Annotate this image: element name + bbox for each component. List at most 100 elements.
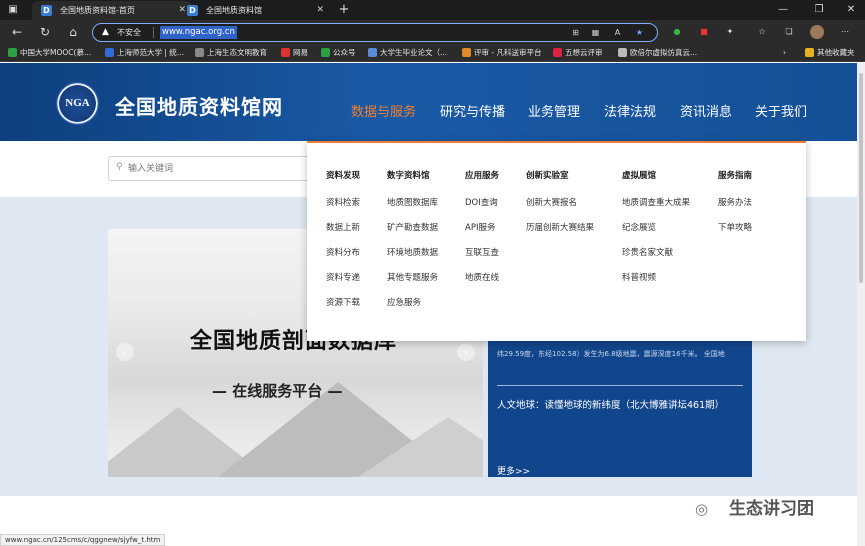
bookmark-label: 中国大学MOOC(慕... [20,48,92,57]
menu-heading[interactable]: 虚拟展馆 [622,169,656,181]
website-viewport: NGA 全国地质资料馆网 数据与服务 研究与传播 业务管理 法律法规 资讯消息 … [0,63,857,546]
carousel-next-icon[interactable]: › [457,343,475,361]
menu-item[interactable]: API服务 [465,221,495,233]
bookmark-item[interactable]: 中国大学MOOC(慕... [8,44,91,61]
tab-home[interactable]: D 全国地质资料馆-首页 ✕ [32,1,192,20]
menu-item[interactable]: 应急服务 [387,296,421,308]
address-bar[interactable]: ▲ 不安全 www.ngac.org.cn ⊞ ▦ A ★ [92,23,658,42]
data-service-dropdown: 资料发现 资料检索 数据上新 资料分布 资料专递 资源下载 数字资料馆 地质图数… [307,141,806,341]
favorite-star-icon[interactable]: ★ [633,26,646,39]
nav-about[interactable]: 关于我们 [755,101,807,120]
menu-item[interactable]: 地质在线 [465,271,499,283]
site-name[interactable]: 全国地质资料馆网 [115,91,283,120]
bookmark-item[interactable]: 上海师范大学 | 统... [105,44,184,61]
menu-item[interactable]: 创新大赛报名 [526,196,577,208]
bookmarks-overflow-icon[interactable]: › [783,44,786,61]
browser-window: ▣ D 全国地质资料馆-首页 ✕ D 全国地质资料馆 ✕ + — ❐ ✕ ← ↻… [0,0,865,546]
minimize-button[interactable]: — [769,0,797,20]
menu-heading[interactable]: 创新实验室 [526,169,569,181]
qr-code-icon[interactable]: ▦ [589,26,602,39]
collections-icon[interactable]: ❏ [782,25,796,39]
menu-item[interactable]: 互联互查 [465,246,499,258]
bookmark-item[interactable]: 网易 [281,44,308,61]
menu-item[interactable]: 环境地质数据 [387,246,438,258]
menu-item[interactable]: 科普视频 [622,271,656,283]
profile-avatar[interactable] [810,25,824,39]
more-menu-icon[interactable]: ⋯ [838,25,852,39]
menu-item[interactable]: 纪念展览 [622,221,656,233]
scrollbar-thumb[interactable] [859,73,863,283]
security-label[interactable]: 不安全 [117,24,141,41]
carousel-indicators [268,466,315,477]
window-menu-icon[interactable]: ▣ [6,3,20,17]
restore-button[interactable]: ❐ [805,0,833,20]
menu-item[interactable]: 珍贵名家文献 [622,246,673,258]
site-logo[interactable]: NGA [56,82,99,125]
bookmark-item[interactable]: 五想云评审 [553,44,603,61]
search-input[interactable] [128,160,308,177]
url-text[interactable]: www.ngac.org.cn [160,26,237,39]
home-button[interactable]: ⌂ [65,24,81,40]
menu-item[interactable]: 服务办法 [718,196,752,208]
nav-news[interactable]: 资讯消息 [680,101,732,120]
status-url: www.ngac.cn/125cms/c/qggnew/sjyfw_t.htm [0,534,166,546]
bookmark-label: 评审 - 凡科送审平台 [474,48,542,57]
search-box[interactable]: ⚲ [108,156,313,181]
extension-green-icon[interactable]: ● [670,25,684,39]
page-scrollbar[interactable] [857,63,865,546]
bookmark-item[interactable]: 评审 - 凡科送审平台 [462,44,541,61]
tab-strip: ▣ D 全国地质资料馆-首页 ✕ D 全国地质资料馆 ✕ + — ❐ ✕ [0,0,865,20]
bookmark-label: 大学生毕业论文（... [380,48,448,57]
news-divider [497,385,743,386]
menu-item[interactable]: DOI查询 [465,196,498,208]
menu-item[interactable]: 下单攻略 [718,221,752,233]
reload-button[interactable]: ↻ [37,24,53,40]
bookmark-item[interactable]: 大学生毕业论文（... [368,44,447,61]
warning-icon: ▲ [102,27,109,37]
menu-item[interactable]: 资料专递 [326,271,360,283]
nav-data-service[interactable]: 数据与服务 [351,101,416,120]
bookmark-icon [553,48,562,57]
menu-item[interactable]: 资料分布 [326,246,360,258]
search-icon: ⚲ [116,162,123,172]
folder-icon [805,48,814,57]
news-more-link[interactable]: 更多>> [497,464,530,477]
nav-business[interactable]: 业务管理 [528,101,580,120]
menu-item[interactable]: 其他专题服务 [387,271,438,283]
extensions-icon[interactable]: ✦ [723,25,737,39]
logo-text: NGA [65,97,90,109]
bookmark-icon [195,48,204,57]
bookmark-item[interactable]: 上海生态文明教育 [195,44,267,61]
nav-law[interactable]: 法律法规 [604,101,656,120]
bookmark-label: 上海师范大学 | 统... [117,48,184,57]
menu-item[interactable]: 数据上新 [326,221,360,233]
menu-item[interactable]: 地质图数据库 [387,196,438,208]
news-item-link[interactable]: 人文地球：读懂地球的新纬度（北大博雅讲坛461期） [497,397,724,411]
menu-item[interactable]: 地质调查重大成果 [622,196,690,208]
bookmark-folder-other[interactable]: 其他收藏夹 [805,44,855,61]
menu-item[interactable]: 资源下载 [326,296,360,308]
news-snippet[interactable]: 纬29.59度，东经102.58）发生为6.8级地震，震源深度16千米。 全国地 [497,349,743,359]
menu-heading[interactable]: 数字资料馆 [387,169,430,181]
bookmark-item[interactable]: 欧倍尔虚拟仿真云... [618,44,697,61]
menu-item[interactable]: 矿产勘查数据 [387,221,438,233]
nav-research[interactable]: 研究与传播 [440,101,505,120]
back-button[interactable]: ← [9,24,25,40]
menu-item[interactable]: 资料检索 [326,196,360,208]
close-window-button[interactable]: ✕ [837,0,865,20]
menu-heading[interactable]: 服务指南 [718,169,752,181]
menu-item[interactable]: 历届创新大赛结果 [526,221,594,233]
carousel-prev-icon[interactable]: ‹ [116,343,134,361]
menu-heading[interactable]: 资料发现 [326,169,360,181]
close-tab-icon[interactable]: ✕ [316,1,324,20]
bookmark-label: 欧倍尔虚拟仿真云... [630,48,698,57]
read-aloud-icon[interactable]: A [611,26,624,39]
bookmark-item[interactable]: 公众号 [321,44,356,61]
new-tab-button[interactable]: + [337,1,351,19]
extension-red-icon[interactable]: ■ [697,25,711,39]
tab-second[interactable]: D 全国地质资料馆 ✕ [178,1,330,20]
menu-heading[interactable]: 应用服务 [465,169,499,181]
app-available-icon[interactable]: ⊞ [569,26,582,39]
favorites-icon[interactable]: ☆ [755,25,769,39]
divider [153,27,154,38]
